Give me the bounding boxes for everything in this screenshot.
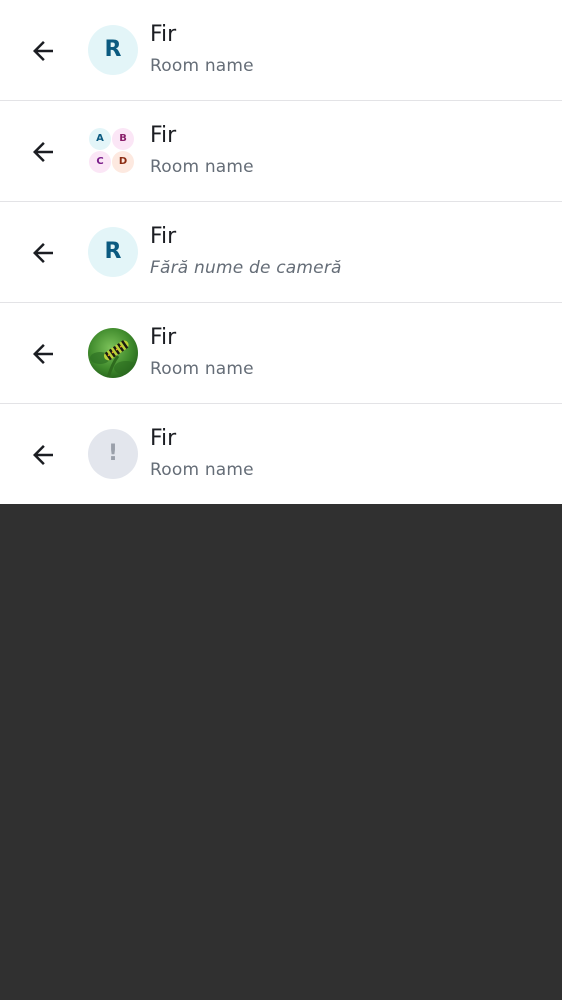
mini-avatar: A bbox=[89, 128, 111, 150]
room-subtitle: Fără nume de cameră bbox=[150, 258, 342, 278]
room-subtitle: Room name bbox=[150, 359, 254, 379]
room-title: Fir bbox=[150, 325, 177, 350]
caterpillar-photo-icon bbox=[88, 328, 138, 378]
room-title: Fir bbox=[150, 123, 177, 148]
room-avatar-alert: ! bbox=[88, 429, 138, 479]
back-button[interactable] bbox=[28, 137, 58, 167]
room-title: Fir bbox=[150, 426, 177, 451]
room-header-row: R Fir Room name bbox=[0, 0, 562, 101]
mini-avatar: C bbox=[89, 151, 111, 173]
room-subtitle: Room name bbox=[150, 157, 254, 177]
mini-avatar: B bbox=[112, 128, 134, 150]
mini-avatar: D bbox=[112, 151, 134, 173]
room-header-row: ! Fir Room name bbox=[0, 404, 562, 504]
arrow-left-icon bbox=[33, 243, 53, 263]
room-header-row: A B C D Fir Room name bbox=[0, 101, 562, 202]
room-subtitle: Room name bbox=[150, 56, 254, 76]
room-avatar: R bbox=[88, 227, 138, 277]
back-button[interactable] bbox=[28, 339, 58, 369]
room-title: Fir bbox=[150, 224, 177, 249]
arrow-left-icon bbox=[33, 445, 53, 465]
room-header-list: R Fir Room name A B C D Fir Room name R … bbox=[0, 0, 562, 504]
arrow-left-icon bbox=[33, 344, 53, 364]
back-button[interactable] bbox=[28, 238, 58, 268]
room-avatar-cluster: A B C D bbox=[88, 126, 138, 176]
room-avatar-image bbox=[88, 328, 138, 378]
back-button[interactable] bbox=[28, 36, 58, 66]
arrow-left-icon bbox=[33, 142, 53, 162]
room-title: Fir bbox=[150, 22, 177, 47]
room-header-row: Fir Room name bbox=[0, 303, 562, 404]
back-button[interactable] bbox=[28, 440, 58, 470]
room-header-row: R Fir Fără nume de cameră bbox=[0, 202, 562, 303]
room-avatar: R bbox=[88, 25, 138, 75]
arrow-left-icon bbox=[33, 41, 53, 61]
room-subtitle: Room name bbox=[150, 460, 254, 480]
